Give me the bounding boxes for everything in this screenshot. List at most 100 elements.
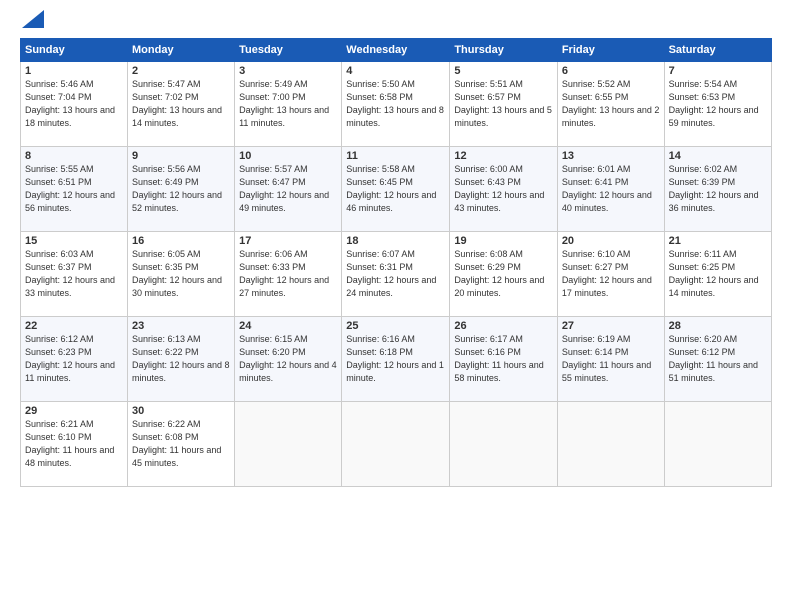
day-detail: Sunrise: 5:54 AMSunset: 6:53 PMDaylight:… xyxy=(669,78,767,130)
day-number: 21 xyxy=(669,235,767,247)
calendar-cell: 27Sunrise: 6:19 AMSunset: 6:14 PMDayligh… xyxy=(557,317,664,402)
day-detail: Sunrise: 5:46 AMSunset: 7:04 PMDaylight:… xyxy=(25,78,123,130)
day-detail: Sunrise: 6:02 AMSunset: 6:39 PMDaylight:… xyxy=(669,163,767,215)
day-detail: Sunrise: 6:05 AMSunset: 6:35 PMDaylight:… xyxy=(132,248,230,300)
calendar-cell: 16Sunrise: 6:05 AMSunset: 6:35 PMDayligh… xyxy=(128,232,235,317)
day-detail: Sunrise: 6:06 AMSunset: 6:33 PMDaylight:… xyxy=(239,248,337,300)
day-number: 29 xyxy=(25,405,123,417)
calendar-row: 1Sunrise: 5:46 AMSunset: 7:04 PMDaylight… xyxy=(21,62,772,147)
calendar-cell: 10Sunrise: 5:57 AMSunset: 6:47 PMDayligh… xyxy=(235,147,342,232)
day-number: 26 xyxy=(454,320,552,332)
day-detail: Sunrise: 6:16 AMSunset: 6:18 PMDaylight:… xyxy=(346,333,445,385)
calendar-day-header: Monday xyxy=(128,39,235,62)
day-number: 12 xyxy=(454,150,552,162)
calendar-row: 8Sunrise: 5:55 AMSunset: 6:51 PMDaylight… xyxy=(21,147,772,232)
day-detail: Sunrise: 6:00 AMSunset: 6:43 PMDaylight:… xyxy=(454,163,552,215)
day-number: 8 xyxy=(25,150,123,162)
day-number: 5 xyxy=(454,65,552,77)
calendar-day-header: Wednesday xyxy=(342,39,450,62)
calendar-cell xyxy=(450,402,557,487)
calendar-cell xyxy=(664,402,771,487)
day-number: 24 xyxy=(239,320,337,332)
calendar-row: 22Sunrise: 6:12 AMSunset: 6:23 PMDayligh… xyxy=(21,317,772,402)
calendar-cell: 30Sunrise: 6:22 AMSunset: 6:08 PMDayligh… xyxy=(128,402,235,487)
calendar-cell: 9Sunrise: 5:56 AMSunset: 6:49 PMDaylight… xyxy=(128,147,235,232)
day-number: 19 xyxy=(454,235,552,247)
day-number: 16 xyxy=(132,235,230,247)
calendar-cell: 2Sunrise: 5:47 AMSunset: 7:02 PMDaylight… xyxy=(128,62,235,147)
calendar-cell: 6Sunrise: 5:52 AMSunset: 6:55 PMDaylight… xyxy=(557,62,664,147)
day-detail: Sunrise: 5:49 AMSunset: 7:00 PMDaylight:… xyxy=(239,78,337,130)
day-detail: Sunrise: 5:52 AMSunset: 6:55 PMDaylight:… xyxy=(562,78,660,130)
day-detail: Sunrise: 6:03 AMSunset: 6:37 PMDaylight:… xyxy=(25,248,123,300)
header xyxy=(20,18,772,28)
day-number: 20 xyxy=(562,235,660,247)
calendar-cell xyxy=(235,402,342,487)
calendar-row: 15Sunrise: 6:03 AMSunset: 6:37 PMDayligh… xyxy=(21,232,772,317)
calendar-cell: 3Sunrise: 5:49 AMSunset: 7:00 PMDaylight… xyxy=(235,62,342,147)
page: SundayMondayTuesdayWednesdayThursdayFrid… xyxy=(0,0,792,612)
day-detail: Sunrise: 6:19 AMSunset: 6:14 PMDaylight:… xyxy=(562,333,660,385)
day-detail: Sunrise: 6:22 AMSunset: 6:08 PMDaylight:… xyxy=(132,418,230,470)
calendar-cell: 24Sunrise: 6:15 AMSunset: 6:20 PMDayligh… xyxy=(235,317,342,402)
calendar-day-header: Tuesday xyxy=(235,39,342,62)
day-detail: Sunrise: 6:08 AMSunset: 6:29 PMDaylight:… xyxy=(454,248,552,300)
day-number: 11 xyxy=(346,150,445,162)
day-number: 10 xyxy=(239,150,337,162)
calendar-day-header: Friday xyxy=(557,39,664,62)
day-detail: Sunrise: 6:21 AMSunset: 6:10 PMDaylight:… xyxy=(25,418,123,470)
calendar-cell: 4Sunrise: 5:50 AMSunset: 6:58 PMDaylight… xyxy=(342,62,450,147)
calendar-cell: 12Sunrise: 6:00 AMSunset: 6:43 PMDayligh… xyxy=(450,147,557,232)
day-detail: Sunrise: 5:55 AMSunset: 6:51 PMDaylight:… xyxy=(25,163,123,215)
day-detail: Sunrise: 6:11 AMSunset: 6:25 PMDaylight:… xyxy=(669,248,767,300)
day-number: 15 xyxy=(25,235,123,247)
calendar-cell: 23Sunrise: 6:13 AMSunset: 6:22 PMDayligh… xyxy=(128,317,235,402)
calendar-header-row: SundayMondayTuesdayWednesdayThursdayFrid… xyxy=(21,39,772,62)
calendar-cell: 21Sunrise: 6:11 AMSunset: 6:25 PMDayligh… xyxy=(664,232,771,317)
calendar-day-header: Sunday xyxy=(21,39,128,62)
calendar-cell: 28Sunrise: 6:20 AMSunset: 6:12 PMDayligh… xyxy=(664,317,771,402)
calendar-cell: 8Sunrise: 5:55 AMSunset: 6:51 PMDaylight… xyxy=(21,147,128,232)
day-detail: Sunrise: 5:51 AMSunset: 6:57 PMDaylight:… xyxy=(454,78,552,130)
day-detail: Sunrise: 5:47 AMSunset: 7:02 PMDaylight:… xyxy=(132,78,230,130)
day-detail: Sunrise: 5:57 AMSunset: 6:47 PMDaylight:… xyxy=(239,163,337,215)
calendar-row: 29Sunrise: 6:21 AMSunset: 6:10 PMDayligh… xyxy=(21,402,772,487)
calendar-cell: 22Sunrise: 6:12 AMSunset: 6:23 PMDayligh… xyxy=(21,317,128,402)
calendar-cell: 25Sunrise: 6:16 AMSunset: 6:18 PMDayligh… xyxy=(342,317,450,402)
day-detail: Sunrise: 6:17 AMSunset: 6:16 PMDaylight:… xyxy=(454,333,552,385)
day-number: 7 xyxy=(669,65,767,77)
day-detail: Sunrise: 6:07 AMSunset: 6:31 PMDaylight:… xyxy=(346,248,445,300)
day-detail: Sunrise: 5:58 AMSunset: 6:45 PMDaylight:… xyxy=(346,163,445,215)
calendar-day-header: Thursday xyxy=(450,39,557,62)
day-number: 14 xyxy=(669,150,767,162)
day-number: 22 xyxy=(25,320,123,332)
logo-arrow-icon xyxy=(22,10,44,28)
calendar-cell: 18Sunrise: 6:07 AMSunset: 6:31 PMDayligh… xyxy=(342,232,450,317)
day-detail: Sunrise: 6:10 AMSunset: 6:27 PMDaylight:… xyxy=(562,248,660,300)
calendar-cell: 17Sunrise: 6:06 AMSunset: 6:33 PMDayligh… xyxy=(235,232,342,317)
day-number: 28 xyxy=(669,320,767,332)
calendar-cell: 20Sunrise: 6:10 AMSunset: 6:27 PMDayligh… xyxy=(557,232,664,317)
calendar-day-header: Saturday xyxy=(664,39,771,62)
day-number: 13 xyxy=(562,150,660,162)
calendar-cell: 29Sunrise: 6:21 AMSunset: 6:10 PMDayligh… xyxy=(21,402,128,487)
day-number: 2 xyxy=(132,65,230,77)
day-number: 18 xyxy=(346,235,445,247)
logo xyxy=(20,18,44,28)
day-detail: Sunrise: 6:13 AMSunset: 6:22 PMDaylight:… xyxy=(132,333,230,385)
calendar-cell: 11Sunrise: 5:58 AMSunset: 6:45 PMDayligh… xyxy=(342,147,450,232)
day-number: 9 xyxy=(132,150,230,162)
day-number: 23 xyxy=(132,320,230,332)
calendar-cell: 26Sunrise: 6:17 AMSunset: 6:16 PMDayligh… xyxy=(450,317,557,402)
day-detail: Sunrise: 6:15 AMSunset: 6:20 PMDaylight:… xyxy=(239,333,337,385)
calendar-cell xyxy=(557,402,664,487)
calendar-cell: 7Sunrise: 5:54 AMSunset: 6:53 PMDaylight… xyxy=(664,62,771,147)
day-number: 27 xyxy=(562,320,660,332)
day-number: 1 xyxy=(25,65,123,77)
day-detail: Sunrise: 5:56 AMSunset: 6:49 PMDaylight:… xyxy=(132,163,230,215)
day-number: 3 xyxy=(239,65,337,77)
day-number: 25 xyxy=(346,320,445,332)
calendar-cell: 14Sunrise: 6:02 AMSunset: 6:39 PMDayligh… xyxy=(664,147,771,232)
calendar-cell xyxy=(342,402,450,487)
calendar-table: SundayMondayTuesdayWednesdayThursdayFrid… xyxy=(20,38,772,487)
